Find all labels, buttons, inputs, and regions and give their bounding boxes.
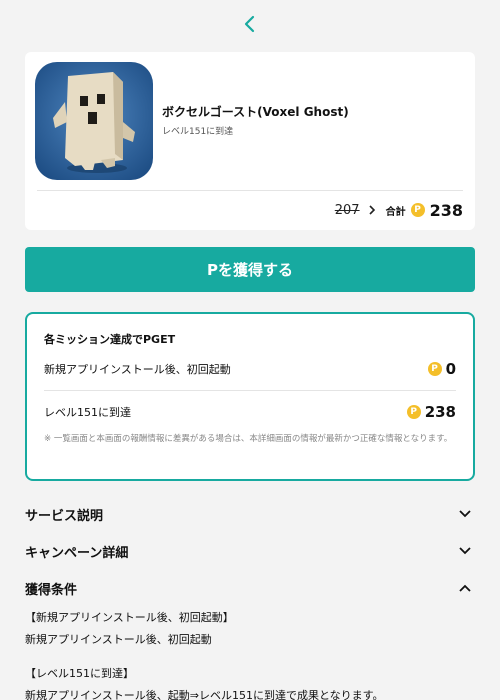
mission-row: レベル151に到達 P 238 [44, 401, 456, 423]
section-title: 獲得条件 [25, 582, 78, 598]
mission-points: 238 [424, 403, 456, 421]
condition-heading: 【新規アプリインストール後、初回起動】 [25, 611, 234, 624]
condition-heading: 【レベル151に到達】 [25, 667, 134, 680]
section-campaign-details[interactable]: キャンペーン詳細 [25, 539, 475, 563]
old-points: 207 [334, 202, 360, 218]
mission-points: 0 [445, 360, 456, 378]
app-title: ボクセルゴースト(Voxel Ghost) [162, 105, 349, 119]
total-points: 238 [429, 200, 463, 220]
app-subtitle: レベル151に到達 [162, 127, 234, 137]
point-coin-icon: P [410, 203, 425, 217]
points-summary: 207 合計 P 238 [335, 199, 463, 221]
point-coin-icon: P [406, 405, 421, 419]
app-card: ボクセルゴースト(Voxel Ghost) レベル151に到達 207 合計 P… [25, 52, 475, 230]
mission-note: ※ 一覧画面と本画面の報酬情報に差異がある場合は、本詳細画面の情報が最新かつ正確… [44, 434, 453, 444]
point-coin-icon: P [427, 362, 442, 376]
mission-label: 新規アプリインストール後、初回起動 [44, 363, 231, 376]
condition-text: 新規アプリインストール後、起動⇒レベル151に到達で成果となります。 [25, 689, 384, 700]
section-title: キャンペーン詳細 [25, 545, 129, 561]
chevron-right-icon [365, 203, 379, 217]
condition-text: 新規アプリインストール後、初回起動 [25, 633, 212, 646]
back-button[interactable] [235, 9, 265, 39]
mission-heading: 各ミッション達成でPGET [44, 333, 176, 346]
chevron-left-icon [244, 15, 255, 33]
mission-box: 各ミッション達成でPGET 新規アプリインストール後、初回起動 P 0 レベル1… [25, 312, 475, 481]
get-points-button[interactable]: Pを獲得する [25, 247, 475, 292]
voxel-ghost-app-icon [35, 62, 153, 180]
section-title: サービス説明 [25, 508, 104, 524]
top-bar [0, 0, 500, 48]
chevron-down-icon [455, 504, 475, 524]
section-service-description[interactable]: サービス説明 [25, 502, 475, 526]
total-label: 合計 [385, 206, 406, 218]
chevron-down-icon [455, 541, 475, 561]
divider [44, 390, 456, 391]
divider [37, 190, 463, 191]
section-acquisition-conditions[interactable]: 獲得条件 [25, 576, 475, 600]
chevron-up-icon [455, 578, 475, 598]
mission-label: レベル151に到達 [44, 406, 131, 419]
mission-row: 新規アプリインストール後、初回起動 P 0 [44, 358, 456, 380]
